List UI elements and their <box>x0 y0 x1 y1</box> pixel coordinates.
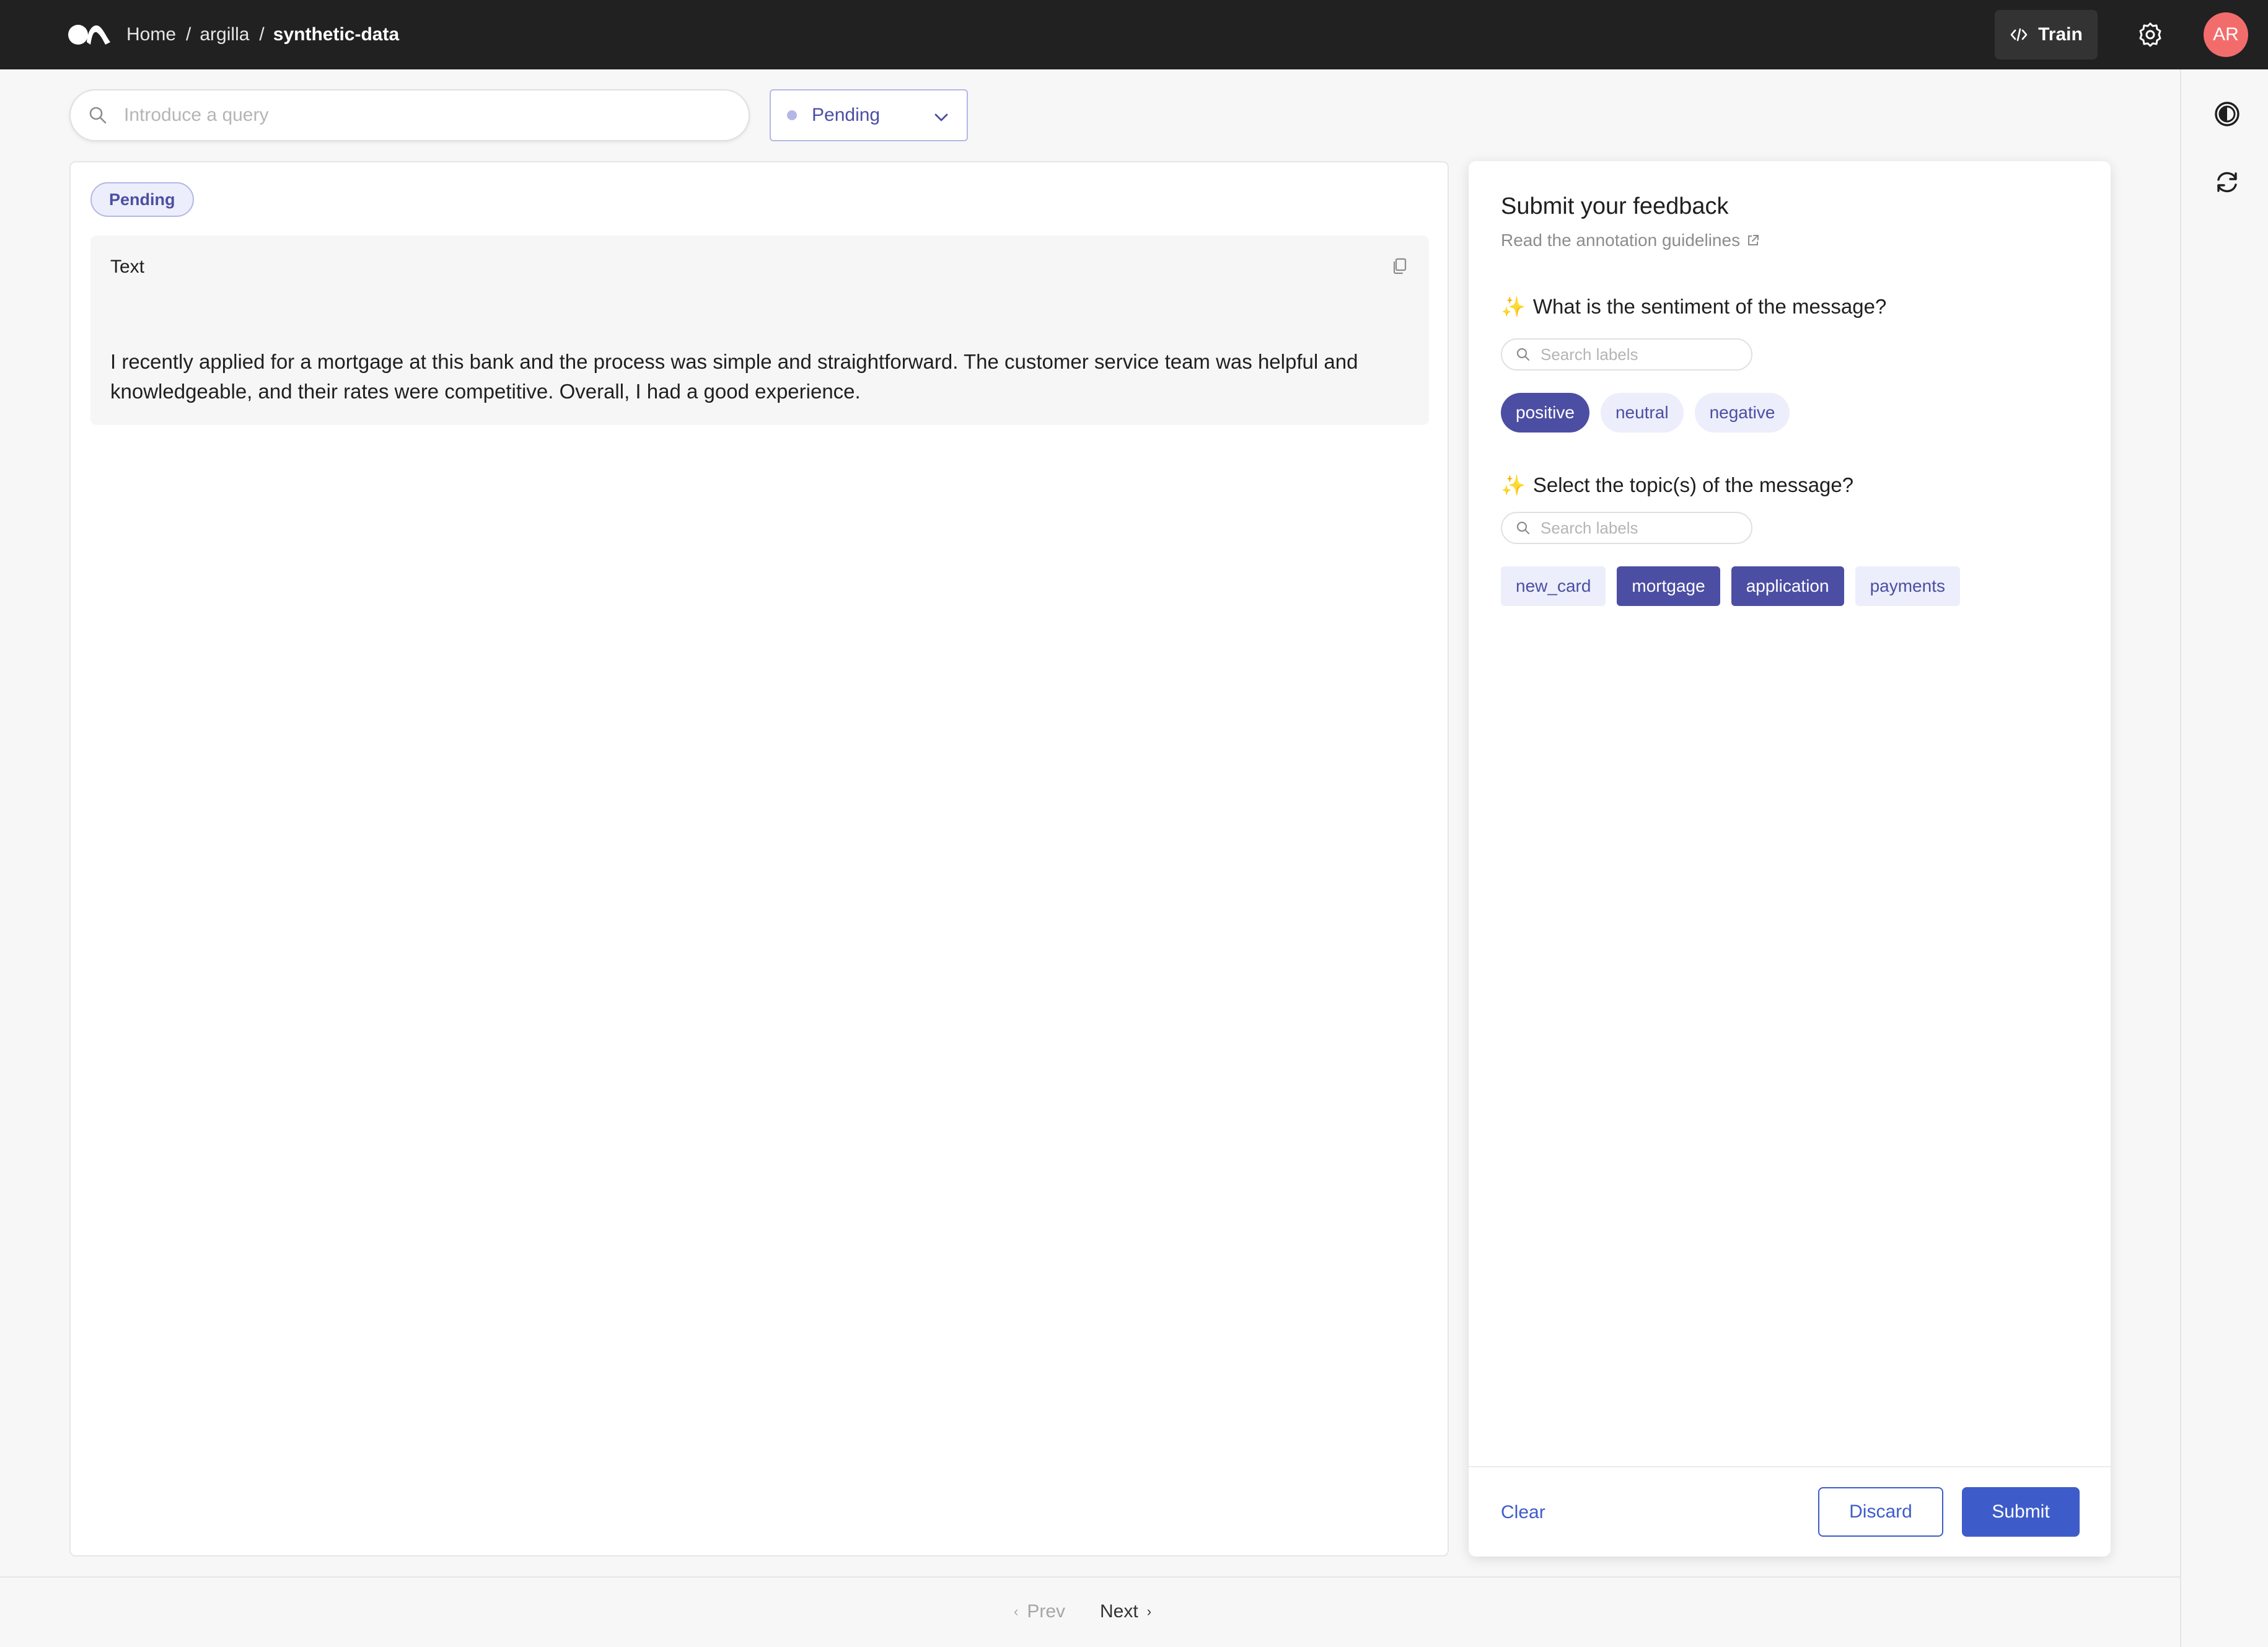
breadcrumb-home[interactable]: Home <box>126 24 176 45</box>
refresh-icon[interactable] <box>2213 169 2241 196</box>
feedback-title: Submit your feedback <box>1501 193 1729 219</box>
label-chip-application[interactable]: application <box>1731 566 1844 606</box>
chevron-down-icon <box>934 113 948 121</box>
right-sidebar-rail <box>2180 69 2268 1647</box>
breadcrumb-separator: / <box>186 24 191 45</box>
next-button[interactable]: Next › <box>1100 1601 1151 1622</box>
record-card: Pending Text I recently applied for a mo… <box>69 161 1449 1557</box>
field-title: Text <box>110 257 145 277</box>
breadcrumb: Home / argilla / synthetic-data <box>126 0 399 69</box>
search-icon <box>1516 348 1530 361</box>
label-chip-negative[interactable]: negative <box>1694 393 1790 433</box>
label-chip-mortgage[interactable]: mortgage <box>1617 566 1720 606</box>
label-search-sentiment <box>1501 338 1752 371</box>
pagination: ‹ Prev Next › <box>1014 1601 1151 1622</box>
breadcrumb-workspace[interactable]: argilla <box>200 24 249 45</box>
train-button-label: Train <box>2038 24 2083 45</box>
text-field: Text I recently applied for a mortgage a… <box>90 235 1429 425</box>
code-icon <box>2010 28 2028 42</box>
field-text-content: I recently applied for a mortgage at thi… <box>110 350 1358 403</box>
question-topics: ✨ Select the topic(s) of the message? <box>1501 473 1853 497</box>
search-icon <box>89 107 107 124</box>
clear-button[interactable]: Clear <box>1501 1502 1545 1523</box>
label-chip-new-card[interactable]: new_card <box>1501 566 1606 606</box>
status-badge: Pending <box>90 182 194 217</box>
label-chip-neutral[interactable]: neutral <box>1600 393 1684 433</box>
status-dot-icon <box>787 110 797 120</box>
sparkles-icon: ✨ <box>1501 474 1526 496</box>
question-text: What is the sentiment of the message? <box>1532 295 1887 318</box>
theme-contrast-icon[interactable] <box>2213 100 2241 128</box>
guidelines-link-label: Read the annotation guidelines <box>1501 231 1741 250</box>
breadcrumb-dataset: synthetic-data <box>273 24 400 45</box>
status-filter-dropdown[interactable]: Pending <box>770 89 968 141</box>
label-search-input[interactable] <box>1541 518 1739 538</box>
sparkles-icon: ✨ <box>1501 296 1526 318</box>
label-search-topics <box>1501 512 1752 544</box>
question-text: Select the topic(s) of the message? <box>1532 473 1854 496</box>
status-filter-value: Pending <box>812 105 881 125</box>
topic-label-options: new_card mortgage application payments <box>1501 566 1960 606</box>
feedback-panel: Submit your feedback Read the annotation… <box>1469 161 2111 1557</box>
search-input[interactable] <box>124 105 682 126</box>
top-navigation-bar: Home / argilla / synthetic-data Train AR <box>0 0 2268 69</box>
submit-button[interactable]: Submit <box>1962 1487 2080 1537</box>
question-sentiment: ✨ What is the sentiment of the message? <box>1501 295 1886 318</box>
next-label: Next <box>1100 1601 1138 1622</box>
avatar[interactable]: AR <box>2204 12 2248 57</box>
chevron-left-icon: ‹ <box>1014 1604 1019 1619</box>
external-link-icon <box>1748 235 1759 245</box>
pagination-divider <box>0 1576 2180 1578</box>
feedback-footer: Clear Discard Submit <box>1469 1466 2111 1557</box>
label-chip-positive[interactable]: positive <box>1501 393 1589 433</box>
chevron-right-icon: › <box>1146 1604 1152 1619</box>
breadcrumb-separator: / <box>259 24 265 45</box>
argilla-logo-icon[interactable] <box>68 21 112 47</box>
copy-icon[interactable] <box>1391 257 1409 275</box>
train-button[interactable]: Train <box>1995 10 2098 59</box>
guidelines-link[interactable]: Read the annotation guidelines <box>1501 231 1760 250</box>
label-chip-payments[interactable]: payments <box>1855 566 1960 606</box>
search-icon <box>1516 521 1530 535</box>
discard-button[interactable]: Discard <box>1818 1487 1943 1537</box>
search-bar <box>69 89 750 141</box>
label-search-input[interactable] <box>1541 345 1739 364</box>
gear-icon[interactable] <box>2137 21 2164 48</box>
prev-button[interactable]: ‹ Prev <box>1014 1601 1065 1622</box>
prev-label: Prev <box>1027 1601 1066 1622</box>
sentiment-label-options: positive neutral negative <box>1501 393 1790 433</box>
